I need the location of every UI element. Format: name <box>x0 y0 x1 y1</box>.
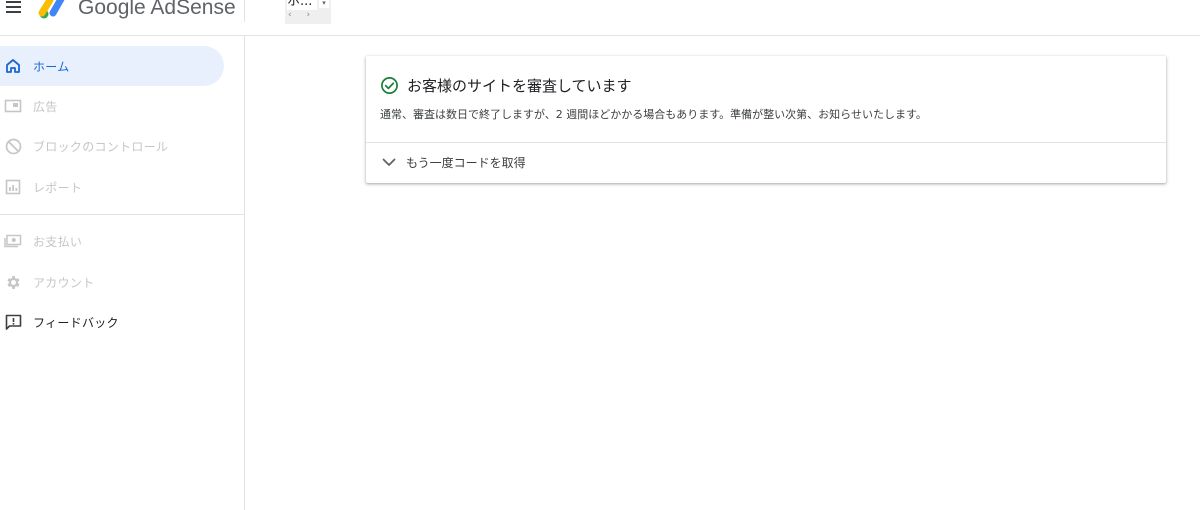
site-selector[interactable]: ホ... ▾ ‹ › <box>285 0 331 24</box>
site-selector-label: ホ... <box>287 0 317 10</box>
card-body-text: 通常、審査は数日で終了しますが、2 週間ほどかかる場合もあります。準備が整い次第… <box>380 108 927 121</box>
site-review-card: お客様のサイトを審査しています 通常、審査は数日で終了しますが、2 週間ほどかか… <box>366 56 1166 183</box>
payments-icon <box>4 232 22 250</box>
card-divider <box>366 142 1166 143</box>
sidebar-item-label: 広告 <box>33 99 58 114</box>
sidebar-item-label: ブロックのコントロール <box>33 139 169 154</box>
sidebar-item-ads[interactable]: 広告 <box>0 86 224 126</box>
site-nav-arrows[interactable]: ‹ › <box>288 10 316 20</box>
chevron-down-icon[interactable]: ▾ <box>319 0 329 8</box>
header-divider <box>244 0 245 22</box>
ads-icon <box>4 97 22 115</box>
sidebar-item-label: アカウント <box>33 275 95 290</box>
home-icon <box>4 57 22 75</box>
gear-icon <box>4 273 22 291</box>
card-header: お客様のサイトを審査しています <box>380 74 632 96</box>
sidebar-item-account[interactable]: アカウント <box>0 262 224 302</box>
block-icon <box>4 137 22 155</box>
sidebar-item-label: フィードバック <box>33 315 119 330</box>
menu-icon[interactable] <box>6 0 22 15</box>
reports-icon <box>4 178 22 196</box>
sidebar-divider <box>0 214 244 215</box>
sidebar-item-payments[interactable]: お支払い <box>0 221 224 261</box>
sidebar-item-block-controls[interactable]: ブロックのコントロール <box>0 126 224 166</box>
sidebar-item-reports[interactable]: レポート <box>0 167 224 207</box>
chevron-down-icon <box>382 158 396 166</box>
sidebar: ホーム 広告 ブロックのコントロール レポート お支払い アカウント フィードバ… <box>0 36 245 510</box>
get-code-again-expander[interactable]: もう一度コードを取得 <box>380 152 526 172</box>
brand-name: Google AdSense <box>78 0 236 19</box>
feedback-icon <box>4 313 22 331</box>
expand-label: もう一度コードを取得 <box>406 155 526 170</box>
card-title: お客様のサイトを審査しています <box>407 76 632 95</box>
sidebar-item-label: お支払い <box>33 234 83 249</box>
top-app-bar: Google AdSense ホ... ▾ ‹ › <box>0 0 1200 36</box>
check-circle-icon <box>381 76 398 94</box>
sidebar-item-feedback[interactable]: フィードバック <box>0 302 224 342</box>
sidebar-item-label: レポート <box>33 180 83 195</box>
adsense-logo-icon <box>38 0 65 19</box>
sidebar-item-home[interactable]: ホーム <box>0 46 224 86</box>
sidebar-item-label: ホーム <box>33 59 70 74</box>
